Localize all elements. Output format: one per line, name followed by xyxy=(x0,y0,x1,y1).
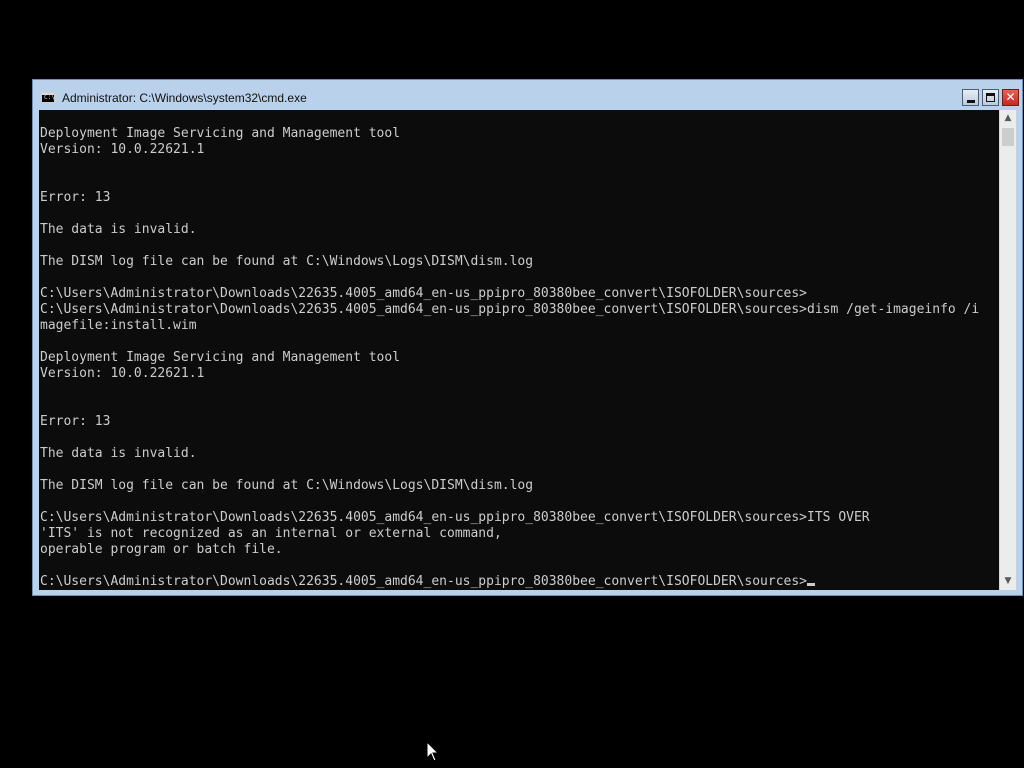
console-line: C:\Users\Administrator\Downloads\22635.4… xyxy=(40,302,980,317)
console-lines: Deployment Image Servicing and Managemen… xyxy=(40,126,979,590)
console-line: Version: 10.0.22621.1 xyxy=(40,142,205,157)
console-output[interactable]: Deployment Image Servicing and Managemen… xyxy=(39,110,999,590)
minimize-button[interactable] xyxy=(962,89,979,106)
console-line: The data is invalid. xyxy=(40,446,197,461)
console-line: Deployment Image Servicing and Managemen… xyxy=(40,350,401,365)
minimize-icon xyxy=(967,100,975,103)
console-line: Error: 13 xyxy=(40,190,111,205)
scroll-thumb[interactable] xyxy=(1002,128,1014,146)
console-line: The data is invalid. xyxy=(40,222,197,237)
cmd-icon-glyph: C:\ xyxy=(44,94,55,101)
console-line: The DISM log file can be found at C:\Win… xyxy=(40,478,534,493)
console-line: Version: 10.0.22621.1 xyxy=(40,366,205,381)
console-line: magefile:install.wim xyxy=(40,318,197,333)
console-line: C:\Users\Administrator\Downloads\22635.4… xyxy=(40,574,979,590)
cmd-window: C:\ Administrator: C:\Windows\system32\c… xyxy=(32,79,1023,596)
console-line: C:\Users\Administrator\Downloads\22635.4… xyxy=(40,510,870,525)
maximize-button[interactable] xyxy=(982,89,999,106)
close-button[interactable]: ✕ xyxy=(1002,89,1019,106)
close-icon: ✕ xyxy=(1005,90,1016,104)
window-title: Administrator: C:\Windows\system32\cmd.e… xyxy=(62,91,307,105)
scroll-up-icon[interactable]: ▲ xyxy=(1000,110,1016,127)
console-line: The DISM log file can be found at C:\Win… xyxy=(40,254,534,269)
cmd-icon[interactable]: C:\ xyxy=(41,92,55,103)
console-line: operable program or batch file. xyxy=(40,542,283,557)
maximize-icon xyxy=(986,93,995,102)
console-line: C:\Users\Administrator\Downloads\22635.4… xyxy=(40,286,808,301)
console-line: 'ITS' is not recognized as an internal o… xyxy=(40,526,502,541)
text-cursor xyxy=(807,583,816,586)
scroll-down-icon[interactable]: ▼ xyxy=(1000,573,1016,590)
vertical-scrollbar[interactable]: ▲ ▼ xyxy=(999,110,1016,590)
mouse-pointer-icon xyxy=(426,741,440,762)
desktop: C:\ Administrator: C:\Windows\system32\c… xyxy=(0,0,1024,768)
console-line: Deployment Image Servicing and Managemen… xyxy=(40,126,401,141)
window-controls: ✕ xyxy=(962,89,1019,106)
console-line: Error: 13 xyxy=(40,414,111,429)
title-bar[interactable]: C:\ Administrator: C:\Windows\system32\c… xyxy=(33,80,1022,110)
